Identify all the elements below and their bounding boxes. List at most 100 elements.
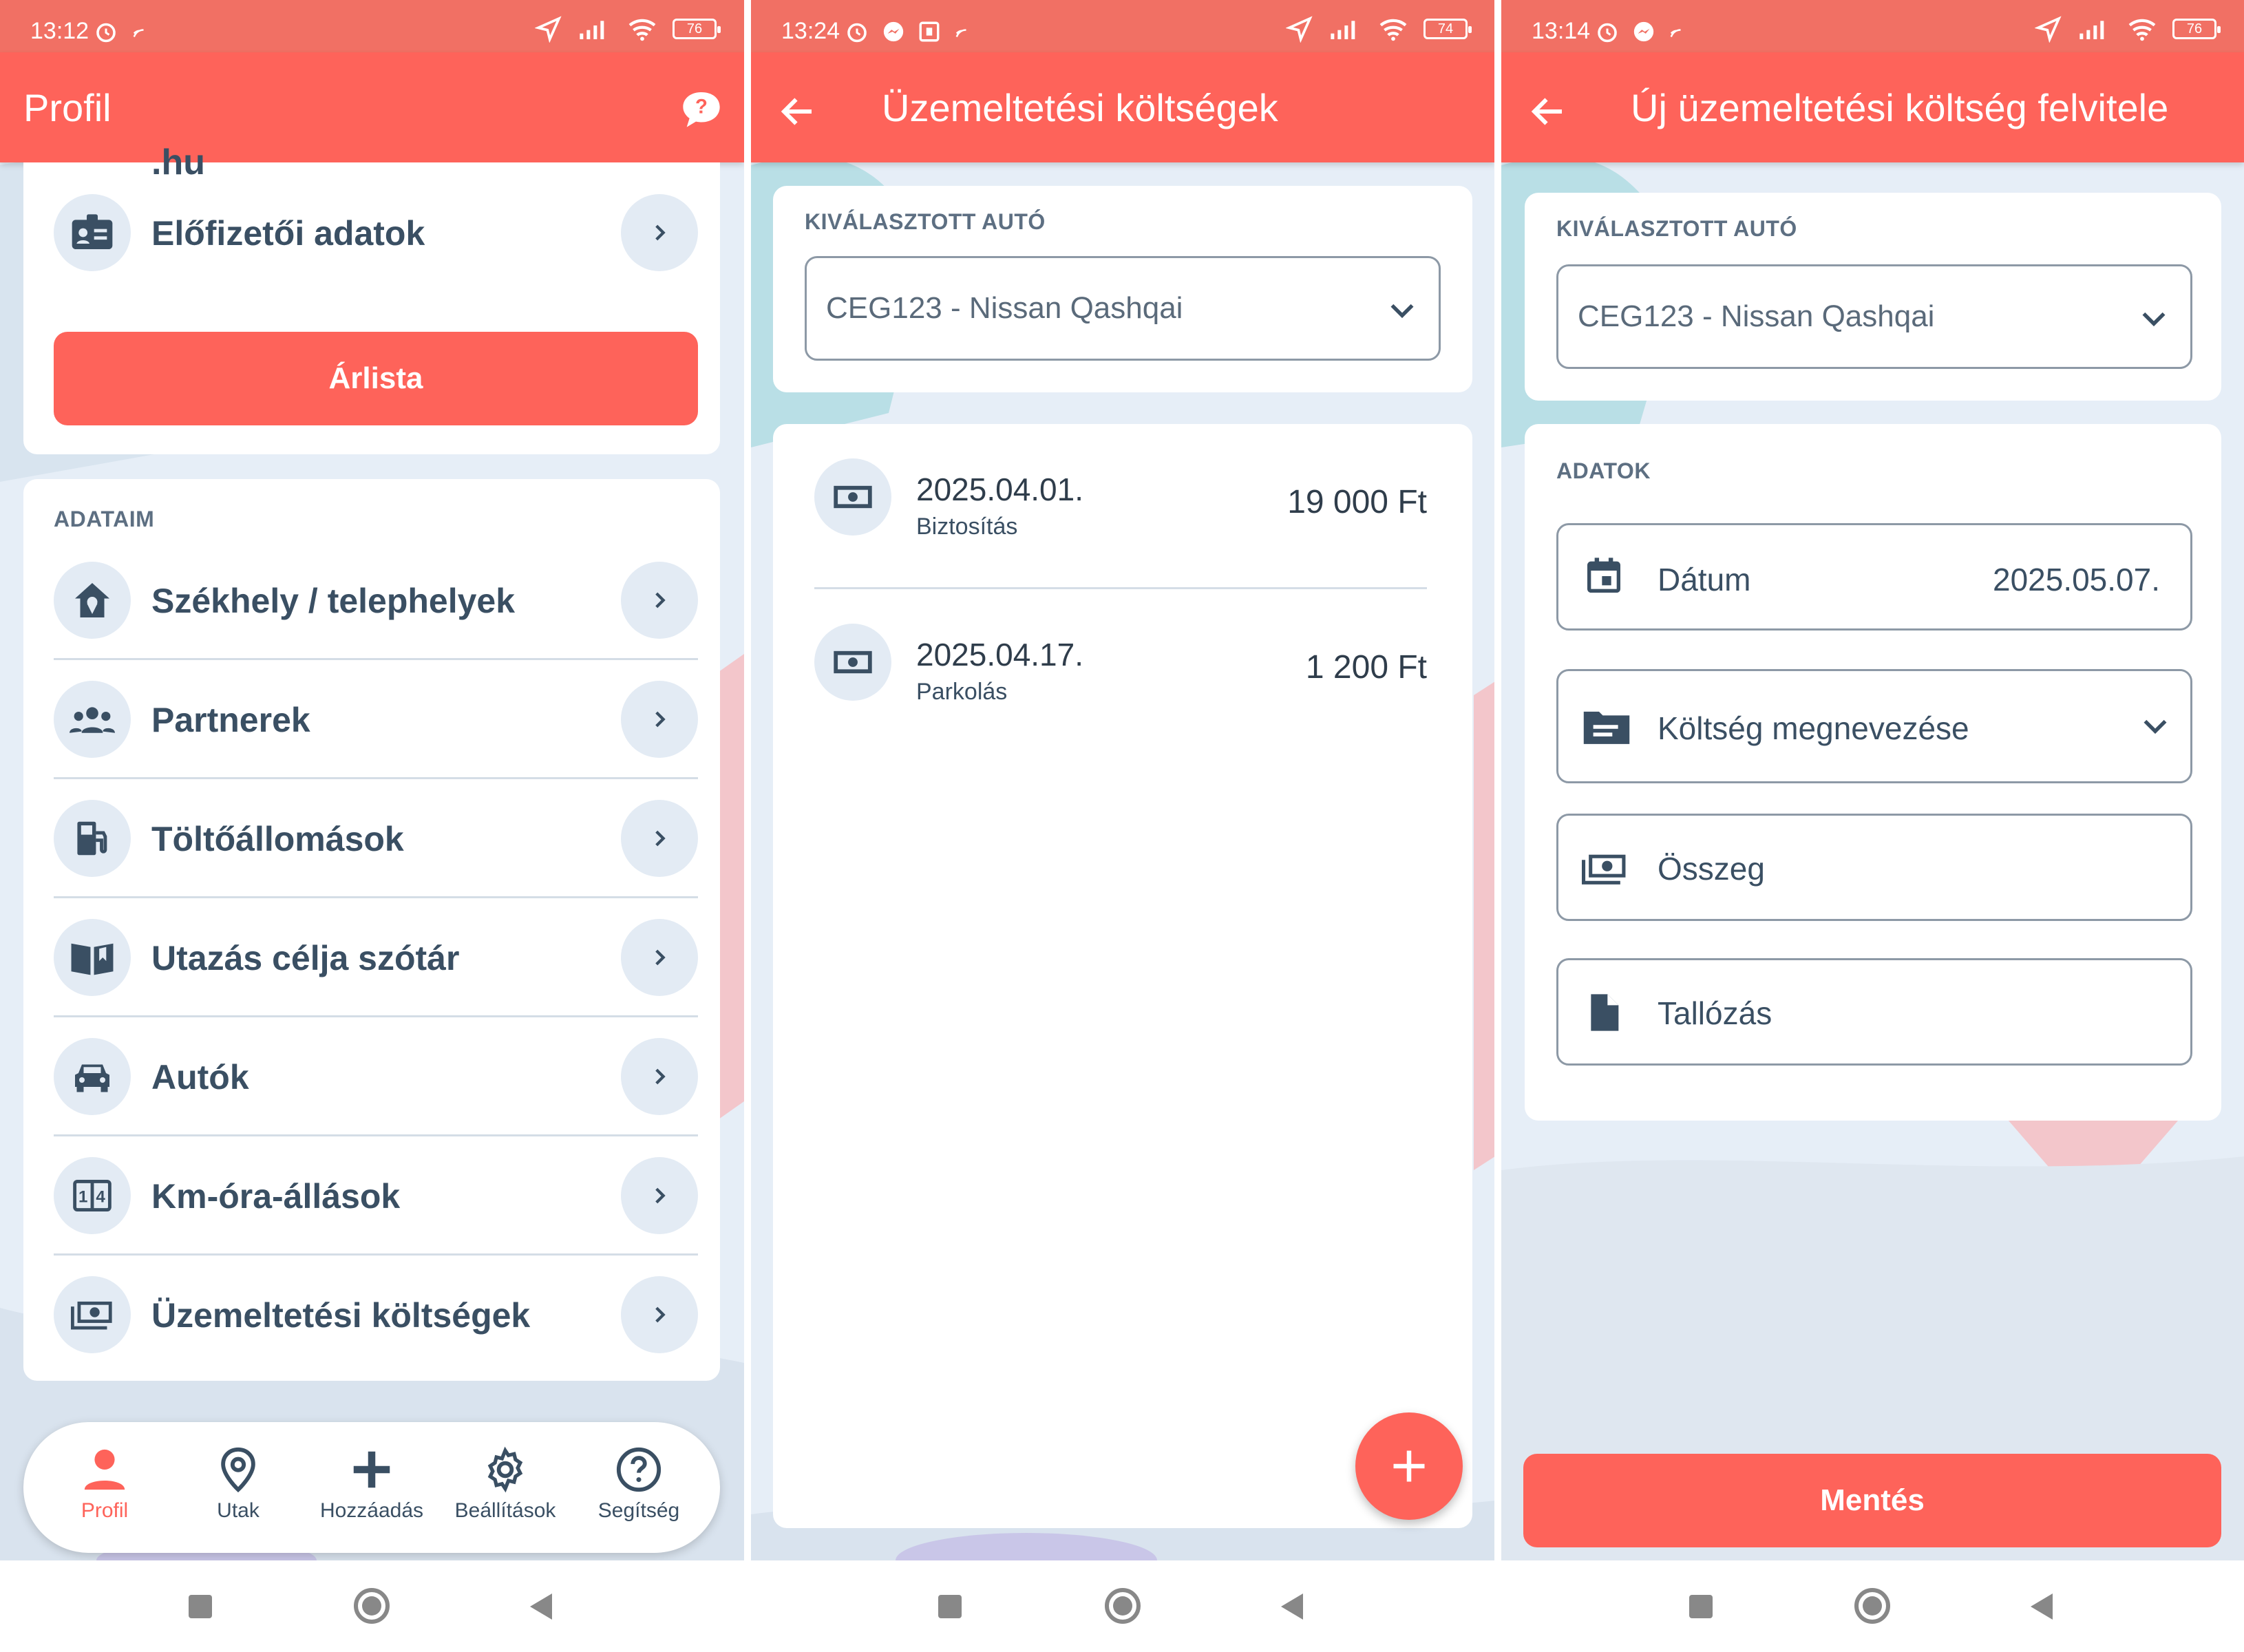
app-bar: Új üzemeltetési költség felvitele bbox=[1501, 52, 2244, 162]
browse-file-field[interactable]: Tallózás bbox=[1556, 958, 2192, 1066]
row-label: Autók bbox=[151, 1058, 249, 1097]
cost-name-placeholder: Költség megnevezése bbox=[1658, 710, 1969, 746]
plus-icon bbox=[353, 1451, 390, 1488]
chevron-right-icon bbox=[621, 1157, 698, 1234]
save-button[interactable]: Mentés bbox=[1523, 1454, 2221, 1547]
add-cost-button[interactable] bbox=[1355, 1412, 1463, 1520]
row-label: Töltőállomások bbox=[151, 820, 404, 858]
odometer-icon: 14 bbox=[54, 1157, 131, 1234]
cost-name-select[interactable]: Költség megnevezése bbox=[1556, 669, 2192, 783]
svg-text:1: 1 bbox=[78, 1188, 87, 1207]
home-button[interactable] bbox=[1105, 1588, 1141, 1624]
nav-label: Hozzáadás bbox=[319, 1499, 424, 1522]
notification-box-icon bbox=[919, 21, 940, 42]
nav-trips[interactable]: Utak bbox=[176, 1446, 300, 1523]
car-select[interactable]: CEG123 - Nissan Qashqai bbox=[1556, 264, 2192, 369]
chevron-right-icon bbox=[621, 681, 698, 758]
chevron-right-icon bbox=[621, 1038, 698, 1115]
list-item[interactable]: 2025.04.01. Biztosítás 19 000 Ft bbox=[814, 424, 1427, 589]
map-pin-icon bbox=[221, 1447, 255, 1493]
back-arrow-icon[interactable] bbox=[1527, 91, 1569, 132]
section-label: KIVÁLASZTOTT AUTÓ bbox=[1556, 216, 1797, 241]
svg-text:?: ? bbox=[695, 96, 708, 118]
status-time: 13:24 bbox=[781, 18, 840, 44]
nav-help[interactable]: Segítség bbox=[577, 1446, 701, 1523]
battery-icon: 76 bbox=[673, 19, 721, 39]
nav-settings[interactable]: Beállítások bbox=[443, 1446, 567, 1523]
gear-icon bbox=[487, 1446, 523, 1493]
row-label: Üzemeltetési költségek bbox=[151, 1296, 531, 1335]
back-button[interactable] bbox=[1281, 1593, 1303, 1620]
nav-profile[interactable]: Profil bbox=[43, 1446, 167, 1523]
svg-text:4: 4 bbox=[96, 1188, 105, 1207]
app-bar: Profil ? bbox=[0, 52, 744, 162]
profile-screen: 13:12 76 Profil ? .hu Előfizetői adatok … bbox=[0, 0, 744, 1652]
amount-field[interactable]: Összeg bbox=[1556, 814, 2192, 921]
back-button[interactable] bbox=[530, 1593, 552, 1620]
row-headquarters[interactable]: Székhely / telephelyek bbox=[54, 541, 698, 660]
chevron-right-icon bbox=[621, 800, 698, 877]
alarm-icon bbox=[96, 23, 116, 43]
home-location-icon bbox=[54, 562, 131, 639]
file-icon bbox=[1591, 994, 1619, 1031]
recent-apps-button[interactable] bbox=[1689, 1595, 1713, 1618]
status-time: 13:14 bbox=[1532, 18, 1591, 44]
system-navigation-bar bbox=[1501, 1560, 2244, 1652]
date-field[interactable]: Dátum 2025.05.07. bbox=[1556, 523, 2192, 631]
wifi-icon bbox=[628, 19, 656, 41]
battery-icon: 74 bbox=[1423, 19, 1472, 39]
row-cars[interactable]: Autók bbox=[54, 1017, 698, 1136]
entry-category: Biztosítás bbox=[916, 513, 1018, 540]
subscriber-data-row[interactable]: Előfizetői adatok bbox=[54, 173, 698, 293]
cast-icon bbox=[955, 29, 966, 38]
row-fuel-stations[interactable]: Töltőállomások bbox=[54, 779, 698, 898]
status-bar: 13:24 74 bbox=[751, 0, 1495, 59]
section-label: ADATAIM bbox=[54, 507, 155, 531]
wifi-icon bbox=[2128, 19, 2156, 41]
price-list-button[interactable]: Árlista bbox=[54, 332, 698, 425]
row-trip-purpose-dictionary[interactable]: Utazás célja szótár bbox=[54, 898, 698, 1017]
signal-icon bbox=[2079, 21, 2104, 39]
status-time: 13:12 bbox=[30, 18, 89, 44]
location-arrow-icon bbox=[2035, 16, 2062, 43]
row-label: Székhely / telephelyek bbox=[151, 582, 516, 620]
app-bar: Üzemeltetési költségek bbox=[751, 52, 1495, 162]
page-title: Új üzemeltetési költség felvitele bbox=[1631, 86, 2169, 129]
recent-apps-button[interactable] bbox=[189, 1595, 212, 1618]
subscriber-data-label: Előfizetői adatok bbox=[151, 214, 425, 253]
status-bar: 13:14 76 bbox=[1501, 0, 2244, 59]
home-button[interactable] bbox=[1854, 1588, 1890, 1624]
back-button[interactable] bbox=[2031, 1593, 2053, 1620]
panel-divider bbox=[1494, 0, 1501, 1652]
recent-apps-button[interactable] bbox=[938, 1595, 962, 1618]
wifi-icon bbox=[1379, 19, 1407, 41]
list-item[interactable]: 2025.04.17. Parkolás 1 200 Ft bbox=[814, 589, 1427, 754]
money-icon bbox=[1582, 854, 1626, 885]
row-operating-costs[interactable]: Üzemeltetési költségek bbox=[54, 1256, 698, 1375]
chevron-down-icon bbox=[2144, 719, 2167, 734]
cast-icon bbox=[1670, 29, 1681, 38]
account-card: .hu Előfizetői adatok Árlista bbox=[23, 142, 720, 454]
cost-list-card: 2025.04.01. Biztosítás 19 000 Ft 2025.04… bbox=[773, 424, 1472, 1528]
home-button[interactable] bbox=[354, 1588, 390, 1624]
entry-category: Parkolás bbox=[916, 679, 1008, 705]
location-arrow-icon bbox=[1286, 16, 1313, 43]
chat-icon[interactable]: ? bbox=[679, 88, 723, 129]
money-icon bbox=[814, 624, 891, 701]
back-arrow-icon[interactable] bbox=[777, 91, 818, 132]
chevron-right-icon bbox=[621, 919, 698, 996]
signal-icon bbox=[1331, 21, 1355, 39]
chevron-down-icon bbox=[2142, 312, 2166, 327]
nav-label: Beállítások bbox=[454, 1499, 556, 1522]
car-select[interactable]: CEG123 - Nissan Qashqai bbox=[805, 256, 1441, 361]
entry-amount: 1 200 Ft bbox=[1305, 649, 1427, 686]
row-odometer-readings[interactable]: 14 Km-óra-állások bbox=[54, 1136, 698, 1256]
chevron-right-icon bbox=[621, 194, 698, 271]
browse-label: Tallózás bbox=[1658, 995, 1772, 1031]
operating-costs-screen: 13:24 74 Üzemeltetési költségek KIVÁLASZ… bbox=[751, 0, 1495, 1652]
nav-add[interactable]: Hozzáadás bbox=[310, 1446, 434, 1523]
row-partners[interactable]: Partnerek bbox=[54, 660, 698, 779]
page-title: Profil bbox=[23, 86, 112, 129]
status-bar: 13:12 76 bbox=[0, 0, 744, 59]
chevron-right-icon bbox=[621, 562, 698, 639]
